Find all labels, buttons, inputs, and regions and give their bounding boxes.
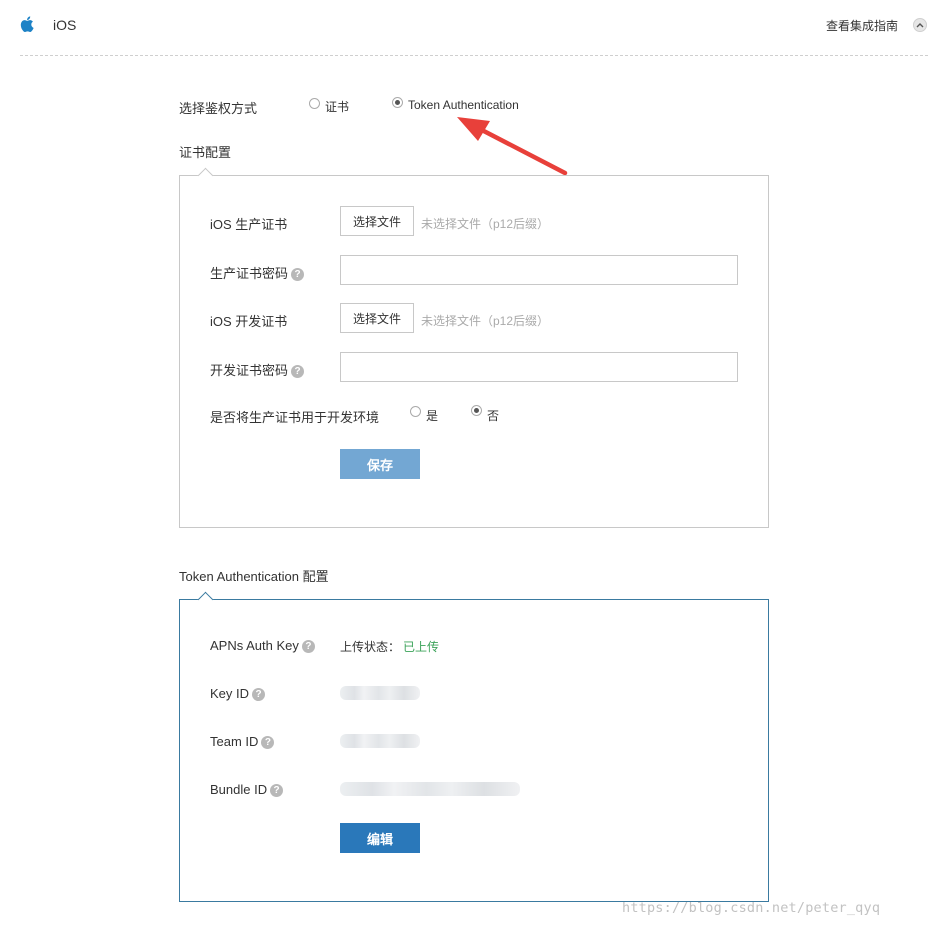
prod-password-input[interactable]	[340, 255, 738, 285]
collapse-button[interactable]	[913, 18, 927, 32]
cert-section-title: 证书配置	[179, 145, 232, 160]
dev-password-input[interactable]	[340, 352, 738, 382]
platform-title: iOS	[53, 17, 77, 33]
prod-cert-choose-button[interactable]: 选择文件	[340, 206, 414, 236]
apns-key-row: APNs Auth Key?	[210, 638, 315, 654]
team-id-row: Team ID?	[210, 734, 275, 750]
help-icon[interactable]: ?	[261, 736, 275, 750]
help-icon[interactable]: ?	[291, 268, 305, 282]
prod-password-row: 生产证书密码?	[210, 263, 305, 282]
panel-notch	[197, 591, 214, 608]
dev-password-label: 开发证书密码	[210, 363, 289, 378]
chevron-up-icon	[916, 23, 924, 28]
dev-password-row: 开发证书密码?	[210, 360, 305, 379]
auth-token-radio[interactable]	[392, 97, 403, 108]
integration-guide-link[interactable]: 查看集成指南	[826, 17, 898, 34]
panel-notch	[197, 167, 214, 184]
bundle-id-label: Bundle ID	[210, 782, 268, 797]
dev-cert-label: iOS 开发证书	[210, 314, 288, 329]
apple-icon	[20, 16, 34, 32]
upload-status-value: 已上传	[403, 640, 440, 654]
apns-key-label: APNs Auth Key	[210, 638, 299, 653]
page-header: iOS 查看集成指南	[0, 0, 944, 56]
team-id-value-redacted	[340, 734, 420, 748]
use-prod-yes-label[interactable]: 是	[426, 407, 438, 424]
team-id-label: Team ID	[210, 734, 259, 749]
use-prod-no-label[interactable]: 否	[487, 407, 499, 424]
annotation-arrow	[457, 117, 568, 176]
bundle-id-value-redacted	[340, 782, 520, 796]
auth-method-label: 选择鉴权方式	[179, 101, 258, 116]
help-icon[interactable]: ?	[301, 640, 315, 654]
header-divider	[20, 55, 928, 56]
edit-button[interactable]: 编辑	[340, 823, 420, 853]
use-prod-yes-radio[interactable]	[410, 406, 421, 417]
bundle-id-row: Bundle ID?	[210, 782, 284, 798]
watermark: https://blog.csdn.net/peter_qyq	[622, 900, 881, 916]
key-id-value-redacted	[340, 686, 420, 700]
dev-cert-choose-button[interactable]: 选择文件	[340, 303, 414, 333]
dev-cert-hint: 未选择文件（p12后缀）	[421, 314, 550, 328]
prod-password-label: 生产证书密码	[210, 266, 289, 281]
auth-cert-radio[interactable]	[309, 98, 320, 109]
key-id-label: Key ID	[210, 686, 250, 701]
help-icon[interactable]: ?	[252, 688, 266, 702]
key-id-row: Key ID?	[210, 686, 266, 702]
prod-cert-label: iOS 生产证书	[210, 217, 288, 232]
use-prod-no-radio[interactable]	[471, 405, 482, 416]
token-section-title: Token Authentication 配置	[179, 569, 329, 584]
help-icon[interactable]: ?	[291, 365, 305, 379]
upload-status-label: 上传状态：	[340, 640, 401, 654]
auth-cert-label[interactable]: 证书	[325, 98, 349, 115]
save-button[interactable]: 保存	[340, 449, 420, 479]
prod-cert-hint: 未选择文件（p12后缀）	[421, 217, 550, 231]
help-icon[interactable]: ?	[270, 784, 284, 798]
use-prod-for-dev-label: 是否将生产证书用于开发环境	[210, 410, 380, 425]
